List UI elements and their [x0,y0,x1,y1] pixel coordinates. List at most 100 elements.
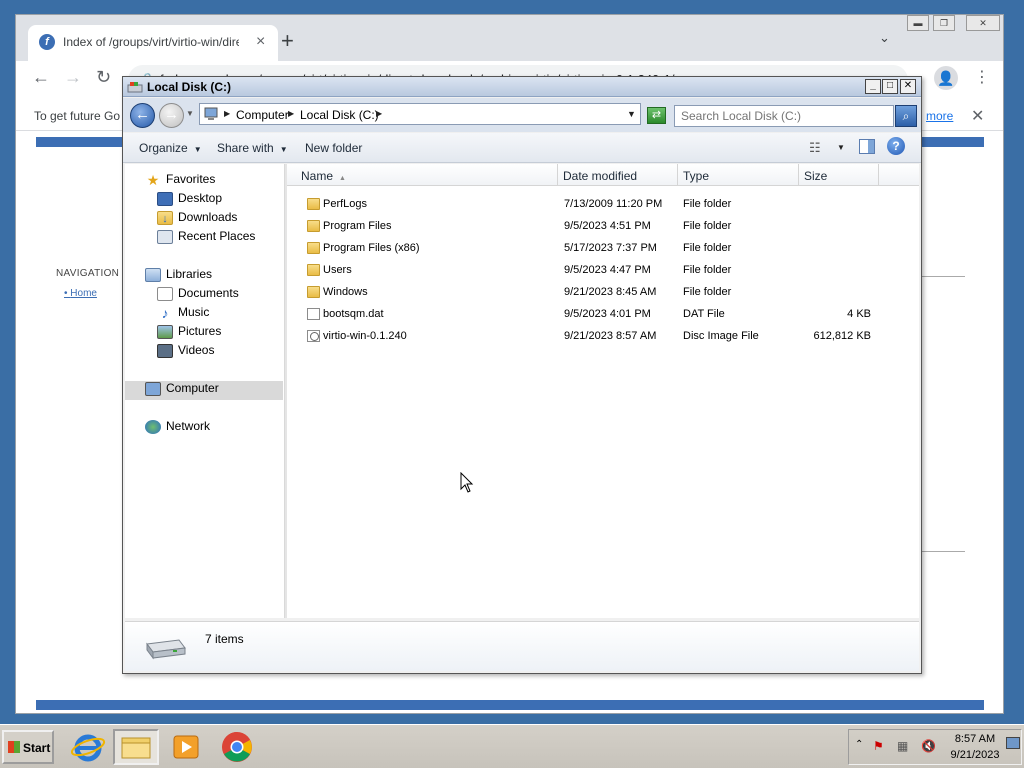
show-hidden-icons-icon[interactable]: ⌃ [855,739,863,750]
breadcrumb-arrow-icon[interactable]: ▶ [376,109,382,118]
help-icon[interactable]: ? [887,137,905,155]
infobar-learn-more-link[interactable]: more [926,109,953,123]
share-with-button[interactable]: Share with ▼ [217,141,288,155]
star-icon: ★ [146,171,160,188]
explorer-taskbar-button[interactable] [113,729,159,765]
libraries-icon [145,267,161,282]
action-center-flag-icon[interactable]: ⚑ [873,739,884,753]
column-type[interactable]: Type [678,164,799,186]
explorer-title-bar[interactable]: Local Disk (C:) _ □ ✕ [123,77,921,97]
browser-minimize-button[interactable]: ▬ [907,15,929,31]
nav-pictures[interactable]: Pictures [157,324,221,343]
file-date: 9/21/2023 8:45 AM [564,286,657,298]
breadcrumb-computer[interactable]: Computer [236,108,289,122]
file-row[interactable]: Program Files (x86) 5/17/2023 7:37 PM Fi… [287,238,919,260]
file-row[interactable]: Users 9/5/2023 4:47 PM File folder [287,260,919,282]
nav-documents-label: Documents [178,286,239,300]
forward-arrow-icon[interactable]: → [159,103,184,128]
minimize-button[interactable]: _ [865,79,881,94]
page-home-link[interactable]: • Home [64,288,97,299]
browser-menu-icon[interactable]: ⋮ [974,67,990,87]
hard-drive-icon [146,639,186,660]
column-size[interactable]: Size [799,164,879,186]
document-icon [307,308,320,320]
browser-tab[interactable]: f Index of /groups/virt/virtio-win/dire … [28,25,278,61]
browser-reload-icon[interactable]: ↻ [96,67,111,88]
breadcrumb[interactable]: ▶ Computer ▶ Local Disk (C:) ▶ ▼ [199,103,641,125]
browser-forward-icon[interactable]: → [64,67,82,88]
file-type: Disc Image File [683,330,759,342]
network-status-icon[interactable]: ▦ [897,739,908,753]
nav-libraries-label: Libraries [166,267,213,281]
nav-music[interactable]: ♪ Music [157,304,210,324]
column-name-label: Name [301,169,334,183]
column-date-modified[interactable]: Date modified [558,164,678,186]
profile-avatar-icon[interactable]: 👤 [934,66,958,90]
new-folder-button[interactable]: New folder [305,141,362,155]
change-view-icon[interactable]: ☷ [809,140,821,156]
chevron-down-icon: ▼ [279,145,288,154]
nav-network[interactable]: Network [145,419,210,438]
infobar-text: To get future Go [34,109,121,123]
nav-computer[interactable]: Computer [125,381,283,400]
nav-computer-label: Computer [166,381,219,395]
clock-date[interactable]: 9/21/2023 [946,749,1004,761]
page-divider [921,551,965,552]
show-desktop-icon[interactable] [1006,737,1020,749]
clock-time[interactable]: 8:57 AM [946,733,1004,745]
file-row[interactable]: bootsqm.dat 9/5/2023 4:01 PM DAT File 4 … [287,304,919,326]
nav-desktop-label: Desktop [178,191,223,205]
file-row[interactable]: Program Files 9/5/2023 4:51 PM File fold… [287,216,919,238]
maximize-button[interactable]: □ [882,79,898,94]
internet-explorer-taskbar-button[interactable] [66,729,112,765]
file-date: 9/5/2023 4:01 PM [564,308,651,320]
browser-back-icon[interactable]: ← [32,67,50,88]
file-type: File folder [683,242,732,254]
preview-pane-icon[interactable] [859,139,875,154]
view-options-dropdown-icon[interactable]: ▼ [837,143,845,152]
start-button[interactable]: Start [2,730,54,764]
nav-recent-places[interactable]: Recent Places [157,229,255,248]
close-button[interactable]: ✕ [900,79,916,94]
media-player-taskbar-button[interactable] [162,729,208,765]
recent-places-icon [157,229,173,244]
music-icon: ♪ [161,304,169,321]
infobar-close-icon[interactable]: ✕ [971,106,984,126]
refresh-icon[interactable]: ⇄ [647,107,666,124]
tab-close-icon[interactable]: × [256,33,265,51]
browser-close-button[interactable]: ✕ [966,15,1000,31]
organize-button[interactable]: Organize ▼ [139,141,202,155]
computer-icon [145,381,161,396]
file-type: File folder [683,220,732,232]
nav-downloads[interactable]: ↓ Downloads [157,210,237,229]
fedora-favicon-icon: f [39,34,55,50]
chrome-taskbar-button[interactable] [214,729,260,765]
breadcrumb-arrow-icon[interactable]: ▶ [224,109,230,118]
new-tab-icon[interactable]: + [281,28,294,54]
file-date: 9/5/2023 4:47 PM [564,264,651,276]
recent-pages-dropdown-icon[interactable]: ▼ [186,109,194,118]
nav-documents[interactable]: Documents [157,286,239,305]
column-header-row: Name ▲ Date modified Type Size [287,164,919,186]
address-history-dropdown-icon[interactable]: ▼ [627,109,636,119]
file-list: Name ▲ Date modified Type Size PerfLogs 7… [287,164,919,618]
file-row[interactable]: PerfLogs 7/13/2009 11:20 PM File folder [287,194,919,216]
breadcrumb-arrow-icon[interactable]: ▶ [288,109,294,118]
volume-muted-icon[interactable]: 🔇 [921,739,936,753]
nav-libraries[interactable]: Libraries [145,267,212,286]
folder-icon [307,264,320,276]
file-row[interactable]: virtio-win-0.1.240 9/21/2023 8:57 AM Dis… [287,326,919,348]
nav-videos-label: Videos [178,343,215,357]
explorer-window: Local Disk (C:) _ □ ✕ ← → ▼ ▶ Computer ▶… [122,76,922,674]
file-row[interactable]: Windows 9/21/2023 8:45 AM File folder [287,282,919,304]
breadcrumb-local-disk[interactable]: Local Disk (C:) [300,108,379,122]
search-icon[interactable]: ⌕ [895,105,917,127]
back-arrow-icon[interactable]: ← [130,103,155,128]
nav-favorites[interactable]: ★ Favorites [145,171,216,191]
search-input[interactable] [674,105,894,127]
nav-desktop[interactable]: Desktop [157,191,222,210]
browser-restore-button[interactable]: ❐ [933,15,955,31]
tab-search-chevron-icon[interactable]: ⌄ [879,30,890,46]
nav-videos[interactable]: Videos [157,343,214,362]
column-name[interactable]: Name ▲ [287,164,558,186]
